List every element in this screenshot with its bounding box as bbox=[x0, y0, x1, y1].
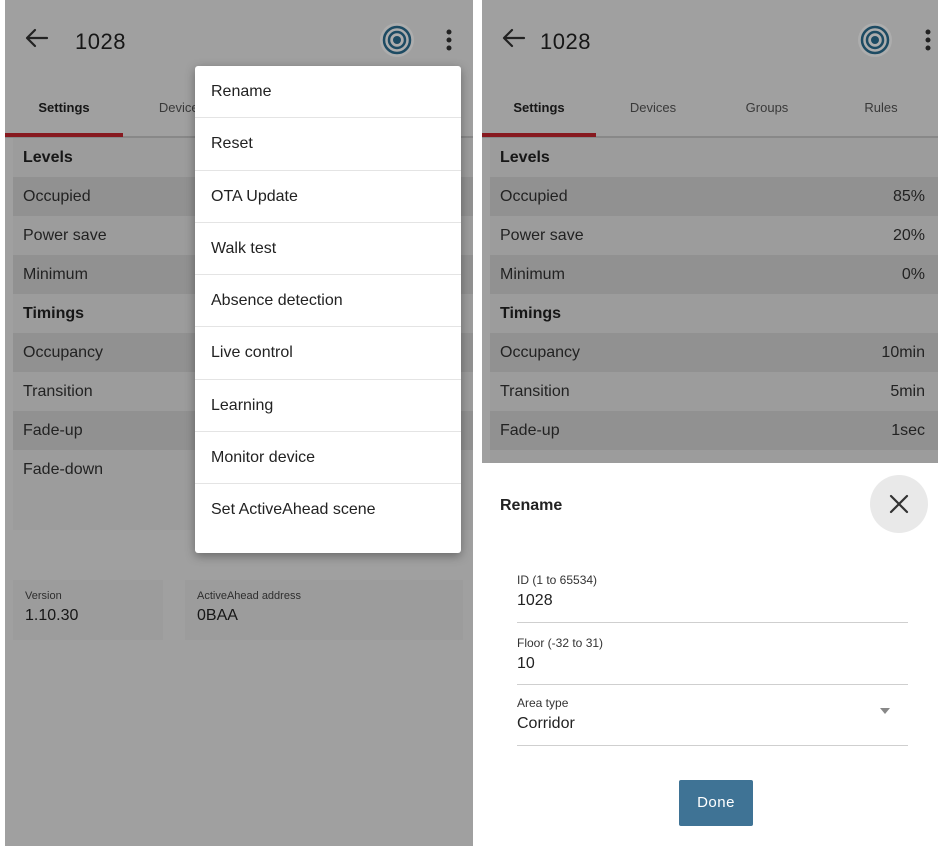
menu-item-monitor-device[interactable]: Monitor device bbox=[195, 432, 461, 485]
area-type-label: Area type bbox=[517, 696, 569, 710]
menu-item-absence-detection[interactable]: Absence detection bbox=[195, 275, 461, 328]
id-field-label: ID (1 to 65534) bbox=[517, 573, 598, 587]
right-screen: 1028 Settings Devices Groups Rules Level… bbox=[482, 0, 938, 846]
menu-item-rename[interactable]: Rename bbox=[195, 66, 461, 119]
close-icon bbox=[889, 494, 909, 514]
sheet-title: Rename bbox=[500, 497, 563, 514]
menu-item-learning[interactable]: Learning bbox=[195, 380, 461, 433]
left-screen: 1028 Settings Devices Levels Occupied Po… bbox=[5, 0, 473, 846]
area-type-select[interactable]: Area type Corridor bbox=[517, 696, 908, 746]
id-field[interactable]: ID (1 to 65534) 1028 bbox=[517, 573, 908, 623]
overflow-menu: Rename Reset OTA Update Walk test Absenc… bbox=[195, 66, 461, 553]
done-button[interactable]: Done bbox=[679, 780, 753, 826]
menu-item-walk-test[interactable]: Walk test bbox=[195, 223, 461, 276]
area-type-value[interactable]: Corridor bbox=[517, 715, 908, 733]
floor-field-value[interactable]: 10 bbox=[517, 655, 908, 673]
floor-field-label: Floor (-32 to 31) bbox=[517, 636, 604, 650]
menu-item-ota-update[interactable]: OTA Update bbox=[195, 171, 461, 223]
menu-item-set-activeahead-scene[interactable]: Set ActiveAhead scene bbox=[195, 484, 461, 536]
dropdown-arrow-icon[interactable] bbox=[880, 708, 890, 714]
menu-item-live-control[interactable]: Live control bbox=[195, 327, 461, 380]
menu-item-reset[interactable]: Reset bbox=[195, 118, 461, 171]
close-button[interactable] bbox=[870, 475, 928, 533]
floor-field[interactable]: Floor (-32 to 31) 10 bbox=[517, 636, 908, 685]
rename-sheet: Rename ID (1 to 65534) 1028 Floor (-32 t… bbox=[482, 463, 938, 846]
id-field-value[interactable]: 1028 bbox=[517, 592, 908, 610]
